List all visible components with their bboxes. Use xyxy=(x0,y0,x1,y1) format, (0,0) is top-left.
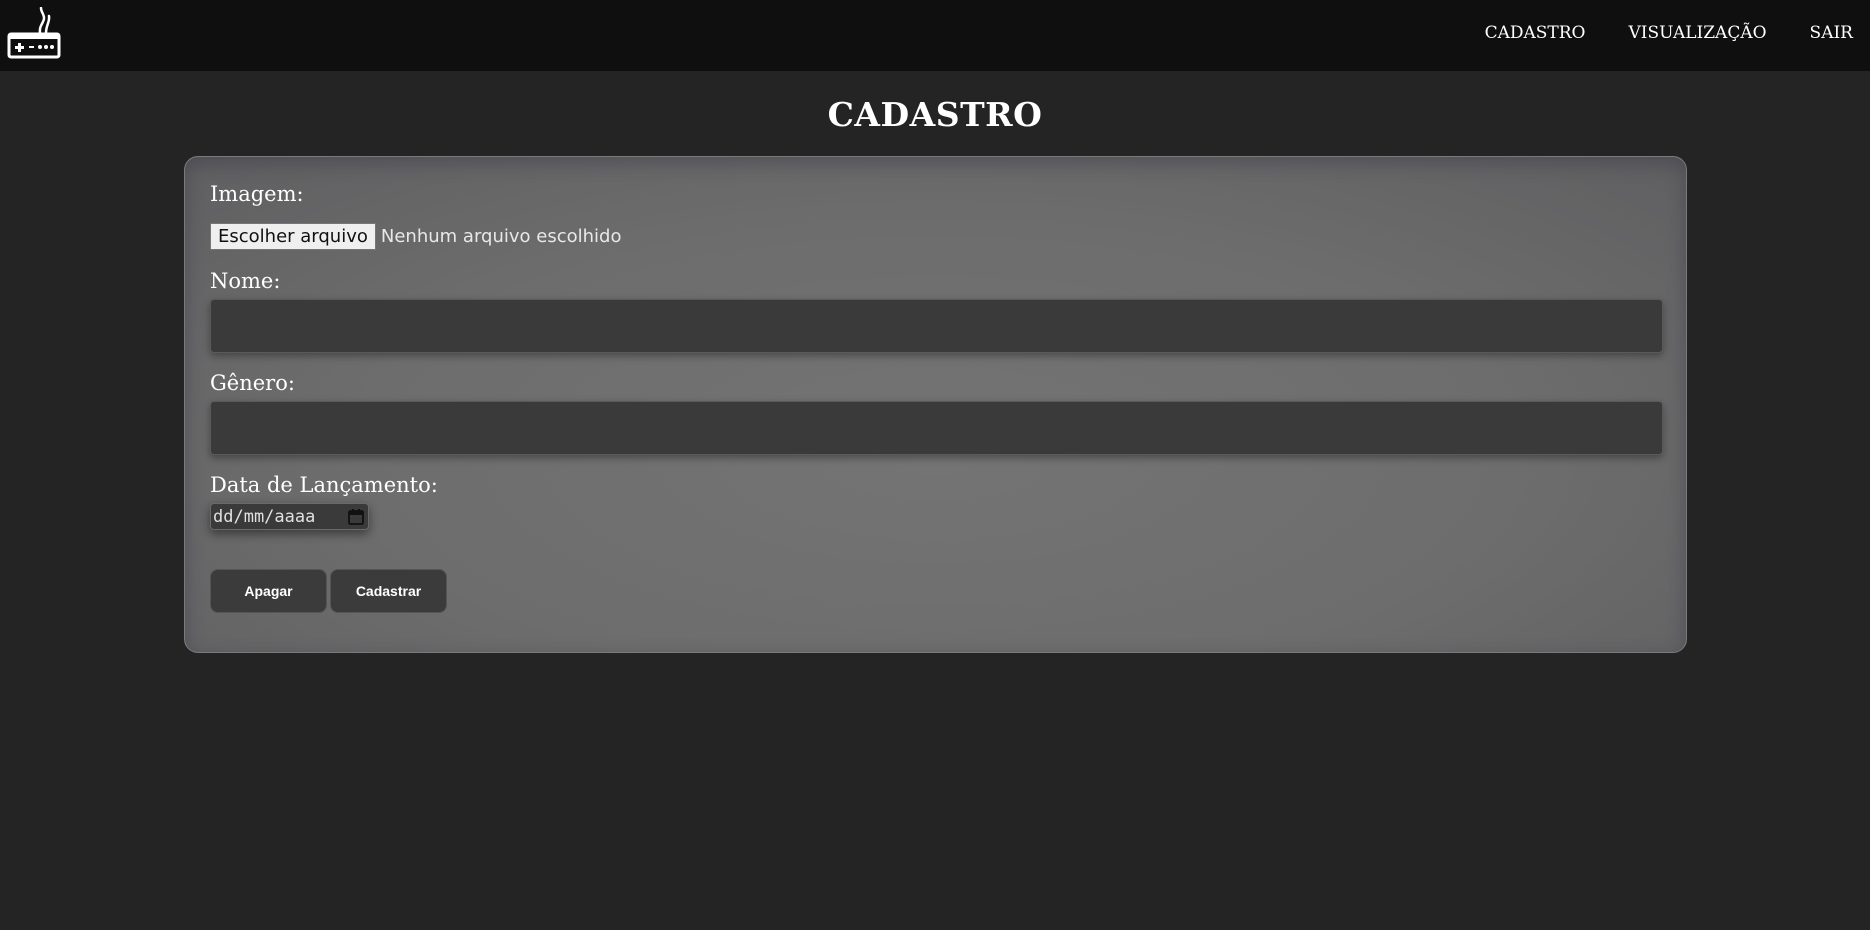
page-title: CADASTRO xyxy=(827,95,1043,134)
choose-file-button[interactable]: Escolher arquivo xyxy=(210,223,376,250)
nav-link-visualizacao[interactable]: VISUALIZAÇÃO xyxy=(1629,22,1767,44)
release-date-label: Data de Lançamento: xyxy=(210,473,438,497)
game-controller-icon[interactable] xyxy=(6,7,62,61)
clear-button[interactable]: Apagar xyxy=(210,569,327,613)
release-date-input[interactable]: dd/mm/aaaa xyxy=(210,503,369,530)
submit-button[interactable]: Cadastrar xyxy=(330,569,447,613)
calendar-icon[interactable] xyxy=(347,508,365,526)
registration-form: Imagem: Escolher arquivo Nenhum arquivo … xyxy=(184,156,1687,653)
image-label: Imagem: xyxy=(210,182,304,206)
genre-input[interactable] xyxy=(210,401,1663,455)
nav-link-cadastro[interactable]: CADASTRO xyxy=(1485,22,1586,44)
date-placeholder: dd/mm/aaaa xyxy=(213,506,316,527)
file-picker: Escolher arquivo Nenhum arquivo escolhid… xyxy=(210,223,621,250)
nav-link-sair[interactable]: SAIR xyxy=(1810,22,1853,44)
top-navbar: CADASTRO VISUALIZAÇÃO SAIR xyxy=(0,0,1870,71)
genre-label: Gênero: xyxy=(210,371,295,395)
file-status-text: Nenhum arquivo escolhido xyxy=(380,226,622,247)
main-nav: CADASTRO VISUALIZAÇÃO SAIR xyxy=(1485,22,1870,44)
name-label: Nome: xyxy=(210,269,281,293)
name-input[interactable] xyxy=(210,299,1663,353)
